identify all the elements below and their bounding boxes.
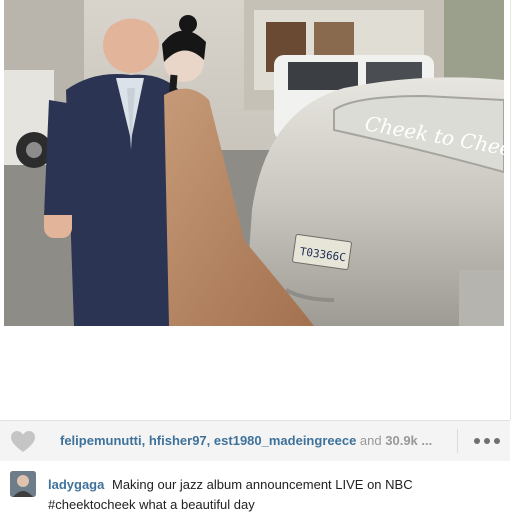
liker-separator: , [206, 433, 211, 448]
likes-and-text: and [359, 433, 382, 448]
post-photo[interactable]: Cheek to Cheek T03366C [4, 0, 504, 326]
more-dot [494, 438, 500, 444]
avatar-image [10, 471, 36, 497]
caption-username[interactable]: ladygaga [48, 477, 104, 492]
liker-separator: , [141, 433, 146, 448]
heart-icon[interactable] [10, 430, 36, 453]
photo-illustration: Cheek to Cheek T03366C [4, 0, 504, 326]
liker-link[interactable]: hfisher97 [149, 433, 207, 448]
avatar[interactable] [10, 471, 36, 497]
likers-list: felipemunutti, hfisher97, est1980_madein… [60, 433, 432, 448]
more-dot [484, 438, 490, 444]
caption: ladygaga Making our jazz album announcem… [48, 475, 468, 515]
caption-row: ladygaga Making our jazz album announcem… [0, 461, 510, 532]
liker-link[interactable]: felipemunutti [60, 433, 142, 448]
more-options-icon[interactable] [457, 429, 500, 453]
likes-count[interactable]: 30.9k ... [385, 433, 432, 448]
photo-container: Cheek to Cheek T03366C [0, 0, 511, 420]
instagram-post: Cheek to Cheek T03366C felipemunutti, hf… [0, 0, 512, 532]
likes-bar: felipemunutti, hfisher97, est1980_madein… [0, 420, 510, 462]
more-dot [474, 438, 480, 444]
liker-link[interactable]: est1980_madeingreece [214, 433, 356, 448]
